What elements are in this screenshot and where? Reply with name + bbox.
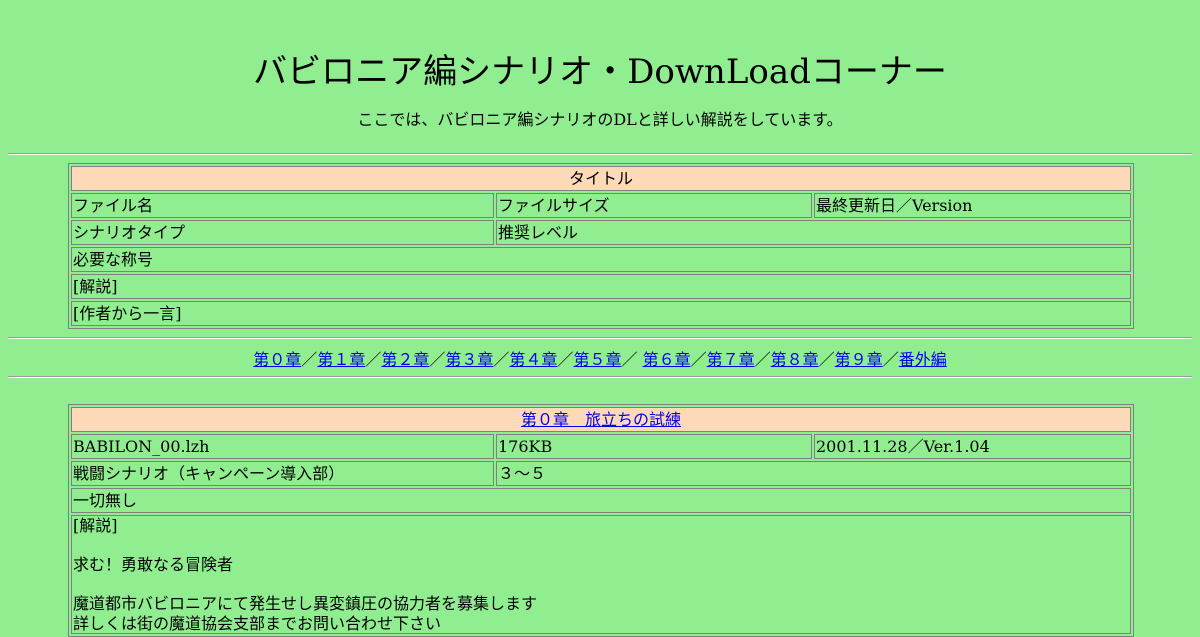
page-title: バビロニア編シナリオ・DownLoadコーナー [253, 52, 947, 92]
nav-separator: ／ [754, 350, 771, 369]
chapter-link-2[interactable]: 第２章 [381, 350, 429, 369]
chapter0-required-title-cell: 一切無し [71, 488, 1132, 513]
nav-separator: ／ [429, 350, 446, 369]
divider [8, 376, 1192, 378]
chapter0-title-link[interactable]: 第０章 旅立ちの試練 [521, 410, 681, 429]
nav-separator: ／ [818, 350, 835, 369]
chapter-link-4[interactable]: 第４章 [509, 350, 557, 369]
legend-author-note-cell: [作者から一言] [71, 301, 1132, 326]
chapter-link-7[interactable]: 第７章 [707, 350, 755, 369]
commentary-line: 魔道都市バビロニアにて発生せし異変鎮圧の協力者を募集します [73, 594, 538, 613]
chapter0-updated-cell: 2001.11.28／Ver.1.04 [814, 434, 1132, 459]
nav-separator: ／ [621, 350, 638, 369]
chapter0-recommended-level-cell: ３～５ [496, 461, 1132, 486]
legend-required-title-cell: 必要な称号 [71, 247, 1132, 272]
legend-commentary-cell: [解説] [71, 274, 1132, 299]
chapter0-commentary-cell: [解説] 求む！勇敢なる冒険者 魔道都市バビロニアにて発生せし異変鎮圧の協力者を… [71, 515, 1132, 634]
chapter-link-extra[interactable]: 番外編 [899, 350, 947, 369]
nav-separator: ／ [690, 350, 707, 369]
chapter-link-1[interactable]: 第１章 [317, 350, 365, 369]
nav-separator: ／ [493, 350, 510, 369]
legend-title-cell: タイトル [71, 166, 1132, 191]
legend-file-name-cell: ファイル名 [71, 193, 494, 218]
legend-table: タイトル ファイル名 ファイルサイズ 最終更新日／Version シナリオタイプ… [68, 163, 1135, 329]
chapter0-table: 第０章 旅立ちの試練 BABILON_00.lzh 176KB 2001.11.… [68, 404, 1135, 637]
chapter0-scenario-type-cell: 戦闘シナリオ（キャンペーン導入部） [71, 461, 494, 486]
nav-separator: ／ [882, 350, 899, 369]
chapter-link-5[interactable]: 第５章 [573, 350, 621, 369]
nav-separator: ／ [301, 350, 318, 369]
commentary-line [73, 536, 1129, 556]
commentary-line: [解説] [73, 516, 118, 535]
nav-separator: ／ [557, 350, 574, 369]
legend-recommended-level-cell: 推奨レベル [496, 220, 1132, 245]
chapter-link-9[interactable]: 第９章 [835, 350, 883, 369]
commentary-line [73, 575, 1129, 595]
chapter0-title-cell: 第０章 旅立ちの試練 [71, 407, 1132, 432]
commentary-line: 詳しくは街の魔道協会支部までお問い合わせ下さい [73, 613, 442, 633]
chapter-nav: 第０章／第１章／第２章／第３章／第４章／第５章／ 第６章／第７章／第８章／第９章… [0, 346, 1200, 370]
divider [8, 337, 1192, 339]
nav-separator: ／ [365, 350, 382, 369]
legend-updated-cell: 最終更新日／Version [814, 193, 1132, 218]
chapter-link-8[interactable]: 第８章 [771, 350, 819, 369]
chapter0-file-name-cell: BABILON_00.lzh [71, 434, 494, 459]
commentary-line: 求む！勇敢なる冒険者 [73, 555, 234, 574]
chapter-link-6[interactable]: 第６章 [643, 350, 691, 369]
chapter-link-3[interactable]: 第３章 [445, 350, 493, 369]
legend-scenario-type-cell: シナリオタイプ [71, 220, 494, 245]
chapter-link-0[interactable]: 第０章 [253, 350, 301, 369]
legend-file-size-cell: ファイルサイズ [496, 193, 812, 218]
chapter0-file-size-cell: 176KB [496, 434, 812, 459]
divider [8, 153, 1192, 155]
page-subtitle: ここでは、バビロニア編シナリオのDLと詳しい解説をしています。 [357, 110, 843, 129]
